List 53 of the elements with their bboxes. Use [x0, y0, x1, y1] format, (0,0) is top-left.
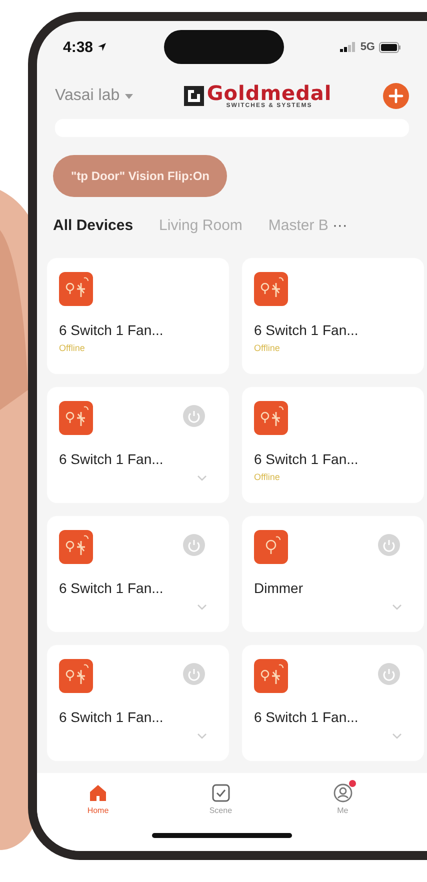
- nav-tab[interactable]: Home: [87, 783, 109, 815]
- notification-dot: [348, 780, 356, 787]
- more-button[interactable]: ···: [332, 217, 348, 234]
- bulb-fan-icon: [254, 401, 288, 435]
- bulb-icon: [254, 530, 288, 564]
- scene-icon: [210, 783, 231, 803]
- logo-mark-icon: [184, 86, 204, 106]
- battery-icon: [379, 42, 401, 52]
- bulb-fan-icon: [59, 530, 93, 564]
- device-card[interactable]: 6 Switch 1 Fan...: [47, 387, 229, 503]
- location-icon: [97, 42, 108, 52]
- network-label: 5G: [360, 41, 375, 53]
- bulb-fan-icon: [254, 272, 288, 306]
- device-card[interactable]: 6 Switch 1 Fan...: [47, 645, 229, 761]
- chevron-icon[interactable]: [197, 475, 207, 481]
- power-button[interactable]: [183, 534, 205, 556]
- device-name: 6 Switch 1 Fan...: [59, 580, 164, 596]
- device-name: 6 Switch 1 Fan...: [59, 322, 164, 338]
- add-button[interactable]: [382, 83, 409, 109]
- bulb-fan-icon: [59, 272, 93, 306]
- device-status: Offline: [59, 343, 86, 353]
- device-status: Offline: [254, 343, 281, 353]
- device-card[interactable]: 6 Switch 1 Fan... Offline: [47, 258, 229, 374]
- bulb-fan-icon: [59, 401, 93, 435]
- home-icon: [88, 783, 108, 803]
- device-name: 6 Switch 1 Fan...: [59, 709, 164, 725]
- device-card[interactable]: 6 Switch 1 Fan...: [242, 645, 424, 761]
- bulb-fan-icon: [59, 659, 93, 693]
- device-name: 6 Switch 1 Fan...: [59, 451, 164, 467]
- device-status: Offline: [254, 472, 281, 482]
- power-button[interactable]: [378, 534, 400, 556]
- device-card[interactable]: 6 Switch 1 Fan...: [47, 516, 229, 632]
- room-tab[interactable]: All Devices: [53, 217, 134, 234]
- device-name: Dimmer: [254, 580, 304, 596]
- device-name: 6 Switch 1 Fan...: [254, 322, 360, 338]
- chevron-icon[interactable]: [392, 733, 402, 739]
- status-time: 4:38: [63, 38, 94, 56]
- caret-icon: [124, 94, 133, 98]
- signal-icon: [340, 42, 356, 52]
- device-card[interactable]: Dimmer: [242, 516, 424, 632]
- power-button[interactable]: [183, 663, 205, 685]
- device-card[interactable]: 6 Switch 1 Fan... Offline: [242, 387, 424, 503]
- power-button[interactable]: [183, 405, 205, 427]
- chevron-icon[interactable]: [392, 604, 402, 610]
- device-card[interactable]: 6 Switch 1 Fan... Offline: [242, 258, 424, 374]
- logo-name: Goldmedal: [206, 83, 332, 103]
- bulb-fan-icon: [254, 659, 288, 693]
- device-name: 6 Switch 1 Fan...: [254, 709, 360, 725]
- power-button[interactable]: [378, 663, 400, 685]
- chevron-icon[interactable]: [197, 604, 207, 610]
- device-name: 6 Switch 1 Fan...: [254, 451, 360, 467]
- chevron-icon[interactable]: [197, 733, 207, 739]
- me-icon: [332, 783, 353, 803]
